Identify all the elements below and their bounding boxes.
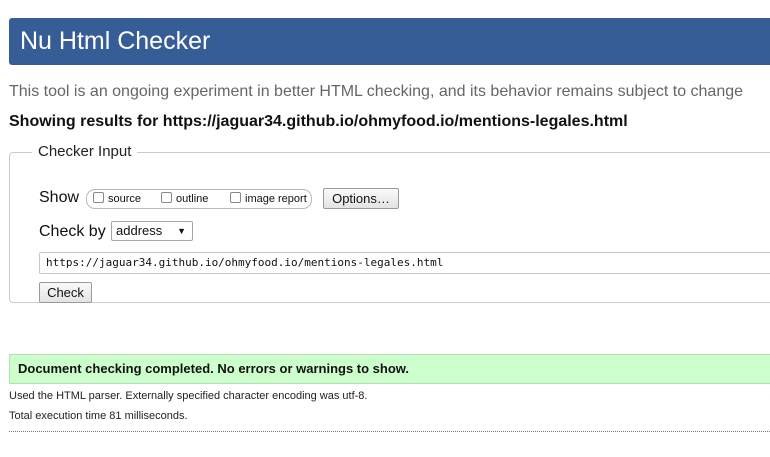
dropdown-arrow-icon: ▼	[177, 226, 186, 236]
check-by-selected-value: address	[116, 223, 163, 238]
check-by-label: Check by	[39, 223, 106, 240]
outline-checkbox-label: outline	[176, 193, 209, 205]
show-outline-option[interactable]: outline	[161, 192, 208, 206]
checker-input-legend: Checker Input	[38, 143, 132, 160]
checker-input-panel: Checker Input Show source outline image …	[9, 143, 770, 303]
image-report-checkbox[interactable]	[230, 192, 241, 203]
source-checkbox[interactable]	[93, 192, 104, 203]
parser-note: Used the HTML parser. Externally specifi…	[9, 390, 368, 402]
show-label: Show	[39, 189, 80, 206]
show-image-report-option[interactable]: image report	[230, 192, 307, 206]
show-options-group: source outline image report	[86, 189, 312, 209]
image-report-checkbox-label: image report	[245, 193, 307, 205]
page-title: Nu Html Checker	[20, 27, 211, 55]
execution-time: Total execution time 81 milliseconds.	[9, 410, 188, 422]
outline-checkbox[interactable]	[161, 192, 172, 203]
check-button[interactable]: Check	[39, 282, 92, 303]
results-heading: Showing results for https://jaguar34.git…	[9, 113, 628, 130]
url-input[interactable]: https://jaguar34.github.io/ohmyfood.io/m…	[39, 252, 770, 274]
source-checkbox-label: source	[108, 193, 142, 205]
intro-text: This tool is an ongoing experiment in be…	[9, 83, 744, 100]
show-source-option[interactable]: source	[93, 192, 141, 206]
options-button[interactable]: Options…	[323, 188, 399, 209]
dotted-divider	[9, 431, 770, 432]
success-message: Document checking completed. No errors o…	[9, 354, 770, 384]
app-header: Nu Html Checker	[9, 18, 770, 65]
check-by-select[interactable]: address ▼	[111, 221, 193, 241]
